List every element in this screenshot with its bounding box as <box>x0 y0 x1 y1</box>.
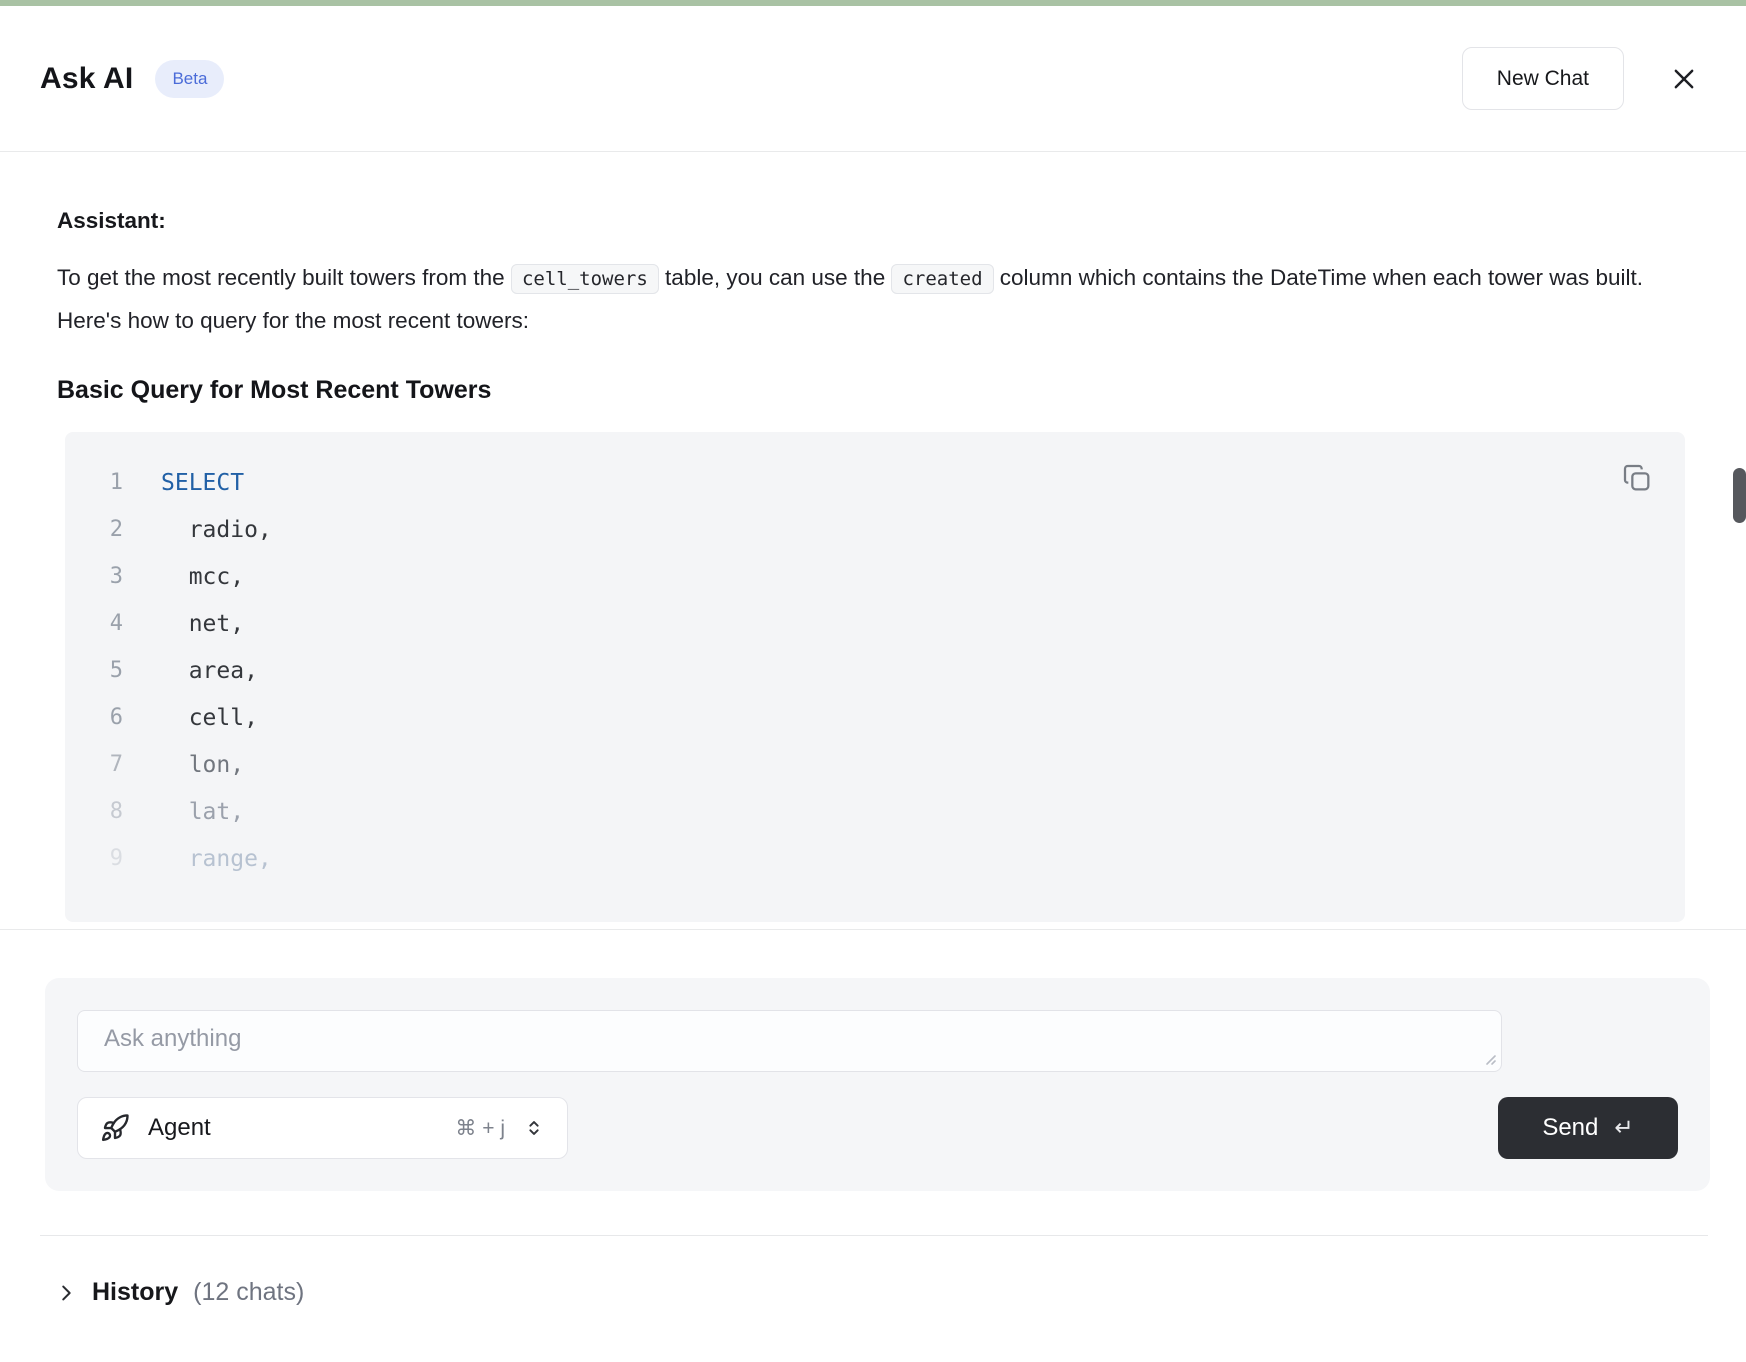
panel-header: Ask AI Beta New Chat <box>0 6 1746 152</box>
line-content: SELECT <box>161 470 244 496</box>
line-content: lat, <box>161 799 244 825</box>
code-line: 5 area, <box>65 647 1685 694</box>
panel-header-right: New Chat <box>1462 47 1706 110</box>
ask-ai-panel: Ask AI Beta New Chat Assistant: To get t… <box>0 0 1746 1362</box>
line-content: range, <box>161 846 272 872</box>
text-run: To get the most recently built towers fr… <box>57 265 511 290</box>
code-line: 1 SELECT <box>65 459 1685 506</box>
history-count: (12 chats) <box>193 1278 304 1307</box>
return-icon: ↵ <box>1614 1115 1633 1141</box>
history-label: History <box>92 1278 178 1307</box>
line-number: 7 <box>65 752 123 777</box>
line-content: lon, <box>161 752 244 778</box>
sql-code-block: 1SELECT2 radio,3 mcc,4 net,5 area,6 cell… <box>65 432 1685 922</box>
code-line: 7 lon, <box>65 741 1685 788</box>
beta-badge: Beta <box>155 60 224 98</box>
send-label: Send <box>1542 1114 1598 1142</box>
code-lines: 1SELECT2 radio,3 mcc,4 net,5 area,6 cell… <box>65 459 1685 882</box>
copy-icon <box>1621 462 1657 494</box>
line-number: 2 <box>65 517 123 542</box>
line-content: net, <box>161 611 244 637</box>
inline-code: created <box>891 264 993 294</box>
text-run: table, you can use the <box>659 265 892 290</box>
shortcut-hint: ⌘ + j <box>455 1116 505 1141</box>
line-number: 5 <box>65 658 123 683</box>
composer-row: Agent ⌘ + j Send ↵ <box>77 1097 1678 1159</box>
section-heading: Basic Query for Most Recent Towers <box>57 376 1677 405</box>
chevron-updown-icon <box>523 1117 545 1139</box>
agent-mode-selector[interactable]: Agent ⌘ + j <box>77 1097 568 1159</box>
code-line: 2 radio, <box>65 506 1685 553</box>
line-number: 4 <box>65 611 123 636</box>
send-button[interactable]: Send ↵ <box>1498 1097 1678 1159</box>
code-line: 4 net, <box>65 600 1685 647</box>
chevron-right-icon <box>55 1282 77 1304</box>
mode-label: Agent <box>148 1114 211 1142</box>
line-content: cell, <box>161 705 258 731</box>
code-line: 3 mcc, <box>65 553 1685 600</box>
line-number: 8 <box>65 799 123 824</box>
line-number: 1 <box>65 470 123 495</box>
assistant-role-label: Assistant: <box>57 208 1677 234</box>
textarea-resize-handle[interactable] <box>1482 1051 1498 1067</box>
line-number: 3 <box>65 564 123 589</box>
line-content: mcc, <box>161 564 244 590</box>
assistant-message-text: To get the most recently built towers fr… <box>57 257 1677 341</box>
close-icon <box>1670 65 1698 93</box>
new-chat-button[interactable]: New Chat <box>1462 47 1624 110</box>
line-number: 6 <box>65 705 123 730</box>
history-section: History (12 chats) <box>0 1235 1746 1307</box>
panel-header-left: Ask AI Beta <box>40 60 224 98</box>
chat-input[interactable] <box>77 1010 1502 1072</box>
line-content: area, <box>161 658 258 684</box>
code-line: 6 cell, <box>65 694 1685 741</box>
chat-scroll-area[interactable]: Assistant: To get the most recently buil… <box>0 152 1746 930</box>
close-button[interactable] <box>1662 57 1706 101</box>
panel-title: Ask AI <box>40 62 133 96</box>
rocket-icon <box>100 1113 130 1143</box>
footer-divider <box>40 1235 1708 1236</box>
composer-panel: Agent ⌘ + j Send ↵ <box>45 978 1710 1191</box>
code-line: 8 lat, <box>65 788 1685 835</box>
line-content: radio, <box>161 517 272 543</box>
copy-code-button[interactable] <box>1621 460 1657 496</box>
scrollbar-thumb[interactable] <box>1733 468 1746 523</box>
inline-code: cell_towers <box>511 264 659 294</box>
code-line: 9 range, <box>65 835 1685 882</box>
line-number: 9 <box>65 846 123 871</box>
history-toggle[interactable]: History (12 chats) <box>55 1278 304 1307</box>
